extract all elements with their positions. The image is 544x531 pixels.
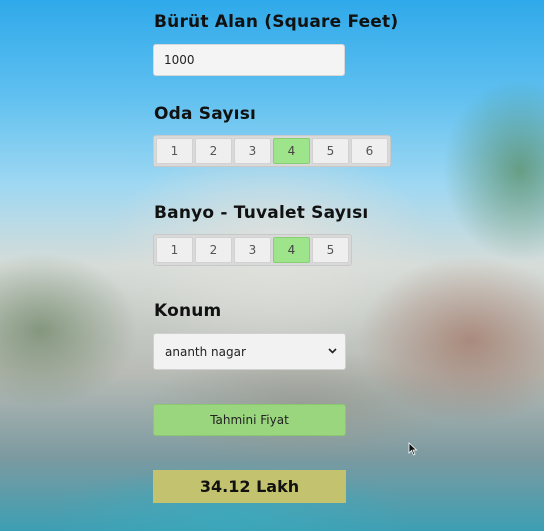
area-label: Bürüt Alan (Square Feet) (154, 12, 399, 32)
baths-option-3[interactable]: 3 (234, 237, 271, 263)
rooms-option-4[interactable]: 4 (273, 138, 310, 164)
rooms-option-2[interactable]: 2 (195, 138, 232, 164)
location-select-value: ananth nagar (165, 344, 246, 359)
rooms-option-3[interactable]: 3 (234, 138, 271, 164)
rooms-option-6[interactable]: 6 (351, 138, 388, 164)
rooms-label: Oda Sayısı (154, 104, 257, 124)
baths-option-5[interactable]: 5 (312, 237, 349, 263)
location-label: Konum (154, 301, 222, 321)
mouse-pointer-icon (408, 441, 418, 460)
estimate-price-button[interactable]: Tahmini Fiyat (153, 404, 346, 436)
location-select[interactable]: ananth nagar (153, 333, 346, 370)
area-input[interactable] (153, 44, 345, 76)
baths-option-1[interactable]: 1 (156, 237, 193, 263)
baths-label: Banyo - Tuvalet Sayısı (154, 203, 369, 223)
baths-option-4[interactable]: 4 (273, 237, 310, 263)
baths-option-2[interactable]: 2 (195, 237, 232, 263)
rooms-selector: 1 2 3 4 5 6 (153, 135, 391, 167)
price-result: 34.12 Lakh (153, 470, 346, 503)
baths-selector: 1 2 3 4 5 (153, 234, 352, 266)
chevron-down-icon (328, 346, 337, 357)
rooms-option-1[interactable]: 1 (156, 138, 193, 164)
rooms-option-5[interactable]: 5 (312, 138, 349, 164)
